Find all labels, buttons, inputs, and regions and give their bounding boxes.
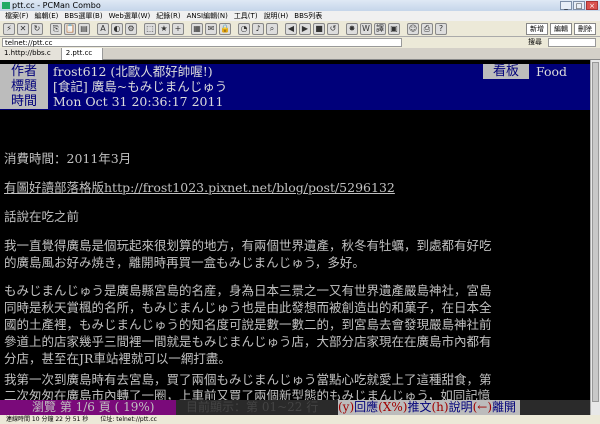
menu-bbs-list[interactable]: BBS列表 bbox=[291, 11, 325, 21]
status-bar: 連線時間 10 分鐘 22 分 51 秒 位址: telnet://ptt.cc bbox=[0, 415, 600, 424]
menu-edit[interactable]: 編輯(E) bbox=[32, 11, 62, 21]
back-icon[interactable]: ◀ bbox=[285, 23, 297, 35]
close-button[interactable]: × bbox=[586, 1, 598, 10]
page-indicator: 瀏覽 第 1/6 頁 ( 19%) bbox=[0, 400, 176, 415]
menu-file[interactable]: 檔案(F) bbox=[2, 11, 32, 21]
menu-ansi[interactable]: ANSI編輯(N) bbox=[184, 11, 231, 21]
menu-web[interactable]: Web選單(W) bbox=[106, 11, 154, 21]
article-link[interactable]: 有圖好讀部落格版http://frost1023.pixnet.net/blog… bbox=[4, 179, 395, 197]
connect-icon[interactable]: ⚡ bbox=[3, 23, 15, 35]
refresh-icon[interactable]: ↺ bbox=[327, 23, 339, 35]
time-value: Mon Oct 31 20:36:17 2011 bbox=[53, 94, 224, 109]
article-line: 的廣島風お好み焼き，離開時再買一盒もみじまんじゅう，多好。 bbox=[4, 255, 365, 270]
exit-key: (←) bbox=[472, 400, 493, 414]
title-value: [食記] 廣島~もみじまんじゅう bbox=[53, 79, 228, 94]
help-command: 說明 bbox=[448, 400, 473, 414]
color-icon[interactable]: ◐ bbox=[111, 23, 123, 35]
select-all-icon[interactable]: ▤ bbox=[78, 23, 90, 35]
window-controls: _ □ × bbox=[560, 1, 598, 10]
push-command: 推文 bbox=[407, 400, 432, 414]
reply-key: (y) bbox=[338, 400, 355, 414]
time-label: 時間 bbox=[0, 94, 48, 109]
paste-icon[interactable]: 📋 bbox=[64, 23, 76, 35]
window-titlebar: ptt.cc - PCMan Combo _ □ × bbox=[0, 0, 600, 11]
window-title: ptt.cc - PCMan Combo bbox=[12, 1, 101, 10]
tab-bbs-web[interactable]: 1.http://bbs.c bbox=[0, 48, 62, 60]
board-label: 看板 bbox=[483, 64, 529, 79]
bbs-list-buttons: 新增 編輯 刪除 bbox=[526, 23, 596, 35]
ansi-icon[interactable]: ▦ bbox=[191, 23, 203, 35]
translate-icon[interactable]: 譯 bbox=[374, 23, 386, 35]
sound-icon[interactable]: ♪ bbox=[252, 23, 264, 35]
stop-icon[interactable]: ■ bbox=[313, 23, 325, 35]
article-line: 話說在吃之前 bbox=[4, 209, 80, 224]
title-label: 標題 bbox=[0, 79, 48, 94]
push-key: (X%) bbox=[378, 400, 408, 414]
chat-icon[interactable]: ✉ bbox=[205, 23, 217, 35]
article-line: 我一直覺得廣島是個玩起來很划算的地方，有兩個世界遺產，秋冬有牡蠣，到處都有好吃 bbox=[4, 238, 492, 253]
article-line: 分店，甚至在JR車站裡就可以一網打盡。 bbox=[4, 351, 231, 366]
tab-bar: 1.http://bbs.c 2.ptt.cc bbox=[0, 48, 600, 60]
terminal-scrollbar[interactable] bbox=[590, 60, 600, 415]
lock-icon[interactable]: 🔒 bbox=[219, 23, 231, 35]
reply-command: 回應 bbox=[354, 400, 379, 414]
menu-log[interactable]: 紀錄(R) bbox=[153, 11, 183, 21]
wikipedia-icon[interactable]: W bbox=[360, 23, 372, 35]
bbs-edit-button[interactable]: 編輯 bbox=[550, 23, 572, 35]
toolbar: ⚡ ✕ ↻ ⎘ 📋 ▤ A ◐ ⚙ ⬚ ★ + ▦ ✉ 🔒 ◔ ♪ ⌕ ◀ ▶ … bbox=[0, 21, 600, 37]
article-line: 參道上的店家幾乎三間裡一間就是もみじまんじゅう店，大部分店家現在在廣島市內都有 bbox=[4, 334, 492, 349]
line-range: 目前顯示：第 01~22 行 bbox=[186, 400, 319, 415]
fullscreen-icon[interactable]: ⬚ bbox=[144, 23, 156, 35]
anti-idle-icon[interactable]: ◔ bbox=[238, 23, 250, 35]
author-label: 作者 bbox=[0, 64, 48, 79]
add-favorite-icon[interactable]: + bbox=[172, 23, 184, 35]
dictionary-icon[interactable]: ▣ bbox=[388, 23, 400, 35]
font-icon[interactable]: A bbox=[97, 23, 109, 35]
menu-bar: 檔案(F) 編輯(E) BBS選單(B) Web選單(W) 紀錄(R) ANSI… bbox=[0, 11, 600, 21]
bbs-delete-button[interactable]: 刪除 bbox=[574, 23, 596, 35]
menu-tools[interactable]: 工具(T) bbox=[231, 11, 261, 21]
tab-ptt[interactable]: 2.ptt.cc bbox=[61, 48, 104, 60]
article-line: 同時是秋天賞楓的名所，もみじまんじゅう也是由此發想而被創造出的和菓子，在日本全 bbox=[4, 300, 492, 315]
print-icon[interactable]: ⎙ bbox=[421, 23, 433, 35]
article-line: もみじまんじゅう是廣島縣宮島的名産，身為日本三景之一又有世界遺產嚴島神社，宮島 bbox=[4, 283, 492, 298]
disconnect-icon[interactable]: ✕ bbox=[17, 23, 29, 35]
address-input[interactable]: telnet://ptt.cc bbox=[2, 38, 402, 47]
help-key: (h) bbox=[431, 400, 449, 414]
zoom-icon[interactable]: ⌕ bbox=[266, 23, 278, 35]
menu-bbs[interactable]: BBS選單(B) bbox=[61, 11, 105, 21]
search-label: 搜尋 bbox=[528, 38, 542, 46]
maximize-button[interactable]: □ bbox=[573, 1, 585, 10]
author-value: frost612 (北歐人都好帥喔!) bbox=[53, 64, 213, 79]
help-icon[interactable]: ? bbox=[435, 23, 447, 35]
address-bar: telnet://ptt.cc 搜尋 bbox=[0, 37, 600, 48]
article-line: 國的土產裡，もみじまんじゅう的知名度可說是數一數二的，到宮島去會發現嚴島神社前 bbox=[4, 317, 492, 332]
favorites-icon[interactable]: ★ bbox=[158, 23, 170, 35]
copy-icon[interactable]: ⎘ bbox=[50, 23, 62, 35]
search-input[interactable] bbox=[548, 38, 596, 47]
article-line: 消費時間：2011年3月 bbox=[4, 151, 132, 166]
reconnect-icon[interactable]: ↻ bbox=[31, 23, 43, 35]
app-icon bbox=[2, 2, 10, 9]
emoticon-icon[interactable]: ☺ bbox=[407, 23, 419, 35]
scrollbar-thumb[interactable] bbox=[592, 62, 599, 402]
article-header: 作者 frost612 (北歐人都好帥喔!) 看板 Food 標題 [食記] 廣… bbox=[0, 64, 590, 110]
exit-command: 離開 bbox=[492, 400, 517, 414]
bbs-add-button[interactable]: 新增 bbox=[526, 23, 548, 35]
pager-status-line: 瀏覽 第 1/6 頁 ( 19%) 目前顯示：第 01~22 行 (y)回應(X… bbox=[0, 400, 590, 415]
minimize-button[interactable]: _ bbox=[560, 1, 572, 10]
forward-icon[interactable]: ▶ bbox=[299, 23, 311, 35]
green-star-icon[interactable]: ✸ bbox=[346, 23, 358, 35]
menu-help[interactable]: 說明(H) bbox=[261, 11, 292, 21]
terminal-screen[interactable]: 作者 frost612 (北歐人都好帥喔!) 看板 Food 標題 [食記] 廣… bbox=[0, 60, 590, 415]
settings-icon[interactable]: ⚙ bbox=[125, 23, 137, 35]
board-value: Food bbox=[536, 64, 568, 79]
pager-commands: (y)回應(X%)推文(h)說明(←)離開 bbox=[338, 400, 521, 415]
